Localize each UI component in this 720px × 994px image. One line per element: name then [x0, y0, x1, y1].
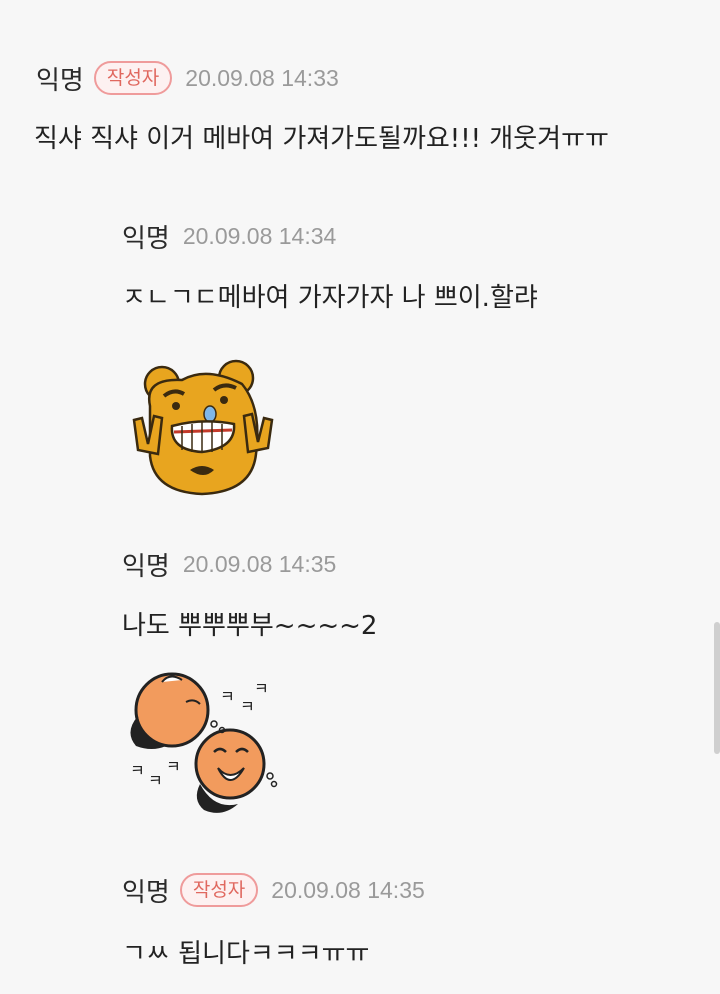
- comment-timestamp: 20.09.08 14:35: [182, 550, 337, 577]
- scrollbar[interactable]: [714, 622, 720, 754]
- reply-header: 익명 작성자 20.09.08 14:35: [122, 870, 425, 910]
- comment-author: 익명: [36, 65, 84, 96]
- sticker-laugh-mark: ㅋ: [254, 679, 269, 698]
- comment-body: 직샤 직샤 이거 메바여 가져가도될까요!!! 개웃겨ㅠㅠ: [34, 124, 609, 154]
- reply-body: ㅈㄴㄱㄷ메바여 가자가자 나 쁘이.할랴: [122, 283, 538, 313]
- reply-body: 나도 뿌뿌뿌부~~~~2: [122, 611, 378, 641]
- reply-header: 익명 20.09.08 14:34: [122, 216, 336, 256]
- comment-header: 익명 작성자 20.09.08 14:33: [36, 58, 339, 98]
- author-badge: 작성자: [93, 61, 173, 95]
- sticker-rolling-laughing: ㅋ ㅋ ㅋ ㅋ ㅋ ㅋ: [122, 672, 292, 826]
- reply-header: 익명 20.09.08 14:35: [122, 544, 336, 584]
- sticker-laugh-mark: ㅋ: [240, 697, 255, 716]
- comment-author: 익명: [122, 223, 170, 254]
- sticker-laugh-mark: ㅋ: [166, 757, 181, 776]
- comment-timestamp: 20.09.08 14:34: [182, 222, 337, 249]
- comment-author: 익명: [122, 551, 170, 582]
- comment-timestamp: 20.09.08 14:33: [185, 64, 339, 91]
- sticker-laugh-mark: ㅋ: [148, 771, 163, 790]
- comment-timestamp: 20.09.08 14:35: [271, 876, 425, 903]
- sticker-laugh-mark: ㅋ: [220, 687, 235, 706]
- sticker-bear-v-sign: [132, 358, 274, 500]
- sticker-laugh-mark: ㅋ: [130, 761, 145, 780]
- author-badge: 작성자: [179, 873, 259, 907]
- reply-body: ㄱㅆ 됩니다ㅋㅋㅋㅠㅠ: [122, 939, 370, 969]
- comment-author: 익명: [122, 877, 170, 908]
